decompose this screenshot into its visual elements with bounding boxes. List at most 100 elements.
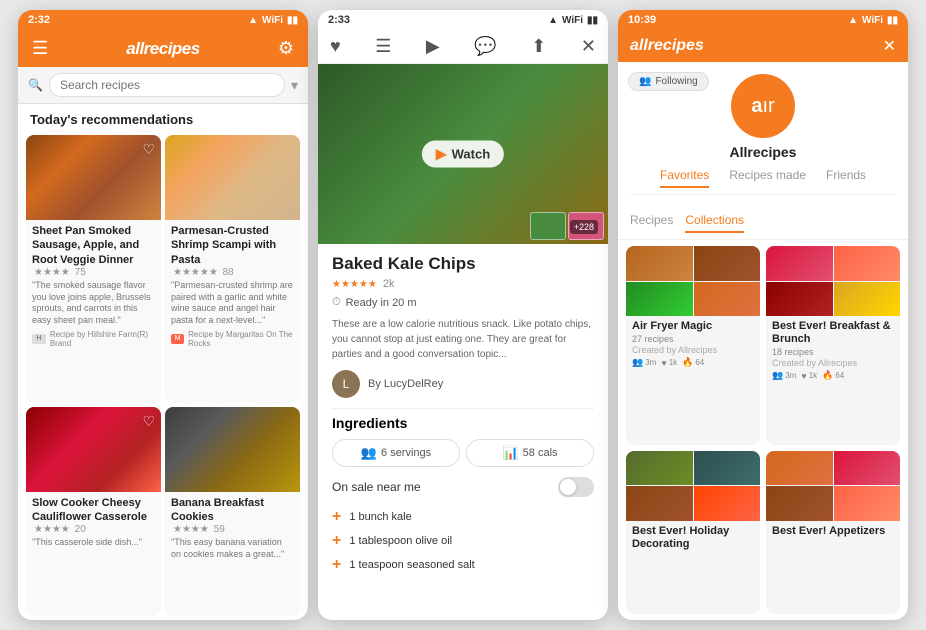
app-header-1: ☰ allrecipes ⚙: [18, 30, 308, 67]
recipe-card-4[interactable]: Banana Breakfast Cookies ★★★★ 59 "This e…: [165, 407, 300, 616]
recipe-attr-2: M Recipe by Margaritas On The Rocks: [171, 330, 294, 348]
servings-button[interactable]: 👥 6 servings: [332, 439, 460, 467]
serving-cals-row: 👥 6 servings 📊 58 cals: [332, 439, 594, 467]
profile-section: 👥 Following aır Allrecipes Favorites Rec…: [618, 62, 908, 207]
tab-friends[interactable]: Friends: [826, 168, 866, 188]
coll-img-3c: [626, 486, 693, 521]
clock-icon: ⏱: [332, 296, 341, 309]
ingredient-text-2: 1 tablespoon olive oil: [349, 535, 452, 547]
collection-card-2[interactable]: Best Ever! Breakfast & Brunch 18 recipes…: [766, 246, 900, 445]
on-sale-toggle[interactable]: [558, 477, 594, 497]
recipe-card-3[interactable]: ♡ Slow Cooker Cheesy Cauliflower Cassero…: [26, 407, 161, 616]
collection-info-1: Air Fryer Magic 27 recipes Created by Al…: [626, 316, 760, 372]
comment-icon[interactable]: 💬: [474, 36, 496, 57]
filter-icon[interactable]: ▾: [291, 77, 298, 94]
coll-img-1a: [626, 246, 693, 281]
ingredient-2: + 1 tablespoon olive oil: [332, 529, 594, 553]
close-icon-2[interactable]: ✕: [581, 36, 596, 57]
signal-icon-3: ▲: [848, 15, 858, 26]
servings-icon: 👥: [361, 445, 377, 461]
recipe-card-1[interactable]: ♡ Sheet Pan Smoked Sausage, Apple, and R…: [26, 135, 161, 403]
recipe-stars-2: ★★★★★ 88: [171, 267, 294, 278]
recipe-actions-header: ♥ ☰ ▶ 💬 ⬆ ✕: [318, 30, 608, 64]
recipe-grid: ♡ Sheet Pan Smoked Sausage, Apple, and R…: [18, 131, 308, 620]
coll-img-4c: [766, 486, 833, 521]
time-1: 2:32: [28, 14, 50, 26]
collection-card-3[interactable]: Best Ever! Holiday Decorating: [626, 451, 760, 615]
people-icon-1: 👥: [632, 357, 643, 368]
coll-title-4: Best Ever! Appetizers: [772, 525, 894, 538]
stat-likes-1: ♥ 1k: [661, 358, 677, 368]
settings-button[interactable]: ⚙: [276, 36, 296, 61]
sub-tab-collections[interactable]: Collections: [685, 213, 744, 233]
recipe-title-1: Sheet Pan Smoked Sausage, Apple, and Roo…: [32, 224, 155, 267]
play-icon[interactable]: ▶: [426, 36, 440, 57]
recipe-card-2[interactable]: Parmesan-Crusted Shrimp Scampi with Past…: [165, 135, 300, 403]
stat-fire-1: 🔥 64: [682, 357, 704, 368]
baked-chips-title: Baked Kale Chips: [332, 254, 594, 274]
servings-label: 6 servings: [381, 447, 431, 459]
collection-card-1[interactable]: Air Fryer Magic 27 recipes Created by Al…: [626, 246, 760, 445]
search-input[interactable]: [49, 73, 285, 97]
following-icon: 👥: [639, 76, 651, 87]
battery-icon-2: ▮▮: [587, 15, 598, 26]
wifi-icon-2: WiFi: [562, 15, 583, 26]
share-icon[interactable]: ⬆: [531, 36, 546, 57]
coll-count-1: 27 recipes: [632, 334, 754, 344]
coll-created-2: Created by Allrecipes: [772, 358, 894, 368]
author-name: By LucyDelRey: [368, 378, 443, 390]
recipe-hero-image: ▶ Watch +228: [318, 64, 608, 244]
recipe-stars-1: ★★★★ 75: [32, 267, 155, 278]
rating-row: ★★★★★ 2k: [332, 278, 594, 290]
coll-img-3a: [626, 451, 693, 486]
watch-button[interactable]: ▶ Watch: [422, 141, 504, 168]
coll-img-2a: [766, 246, 833, 281]
collection-card-4[interactable]: Best Ever! Appetizers: [766, 451, 900, 615]
calories-button[interactable]: 📊 58 cals: [466, 439, 594, 467]
recipe-title-4: Banana Breakfast Cookies: [171, 496, 294, 525]
battery-icon-3: ▮▮: [887, 15, 898, 26]
tab-favorites[interactable]: Favorites: [660, 168, 709, 188]
coll-img-3d: [694, 486, 761, 521]
sub-tab-recipes[interactable]: Recipes: [630, 213, 673, 233]
calories-icon: 📊: [502, 445, 518, 461]
recipe-detail-content: Baked Kale Chips ★★★★★ 2k ⏱ Ready in 20 …: [318, 244, 608, 620]
coll-title-1: Air Fryer Magic: [632, 320, 754, 333]
collection-info-3: Best Ever! Holiday Decorating: [626, 521, 760, 555]
status-bar-1: 2:32 ▲ WiFi ▮▮: [18, 10, 308, 30]
status-icons-1: ▲ WiFi ▮▮: [248, 15, 298, 26]
status-bar-2: 2:33 ▲ WiFi ▮▮: [318, 10, 608, 30]
coll-title-2: Best Ever! Breakfast & Brunch: [772, 320, 894, 346]
recipe-desc-4: "This easy banana variation on cookies m…: [171, 537, 294, 560]
on-sale-label: On sale near me: [332, 480, 421, 494]
author-avatar: L: [332, 370, 360, 398]
collection-image-1: [626, 246, 760, 316]
coll-img-4a: [766, 451, 833, 486]
coll-created-1: Created by Allrecipes: [632, 345, 754, 355]
ingredient-3: + 1 teaspoon seasoned salt: [332, 553, 594, 577]
signal-icon: ▲: [248, 15, 258, 26]
profile-tabs: Favorites Recipes made Friends: [630, 168, 896, 195]
heart-icon-3[interactable]: ♡: [142, 413, 155, 430]
coll-img-1d: [694, 282, 761, 317]
coll-img-4b: [834, 451, 901, 486]
phone-2: 2:33 ▲ WiFi ▮▮ ♥ ☰ ▶ 💬 ⬆ ✕ ▶ Watch +228 …: [318, 10, 608, 620]
signal-icon-2: ▲: [548, 15, 558, 26]
time-row: ⏱ Ready in 20 m: [332, 296, 594, 309]
close-button-3[interactable]: ✕: [883, 36, 896, 56]
favorite-icon[interactable]: ♥: [330, 36, 341, 57]
coll-img-2d: [834, 282, 901, 317]
profile-name: Allrecipes: [730, 144, 797, 160]
coll-stats-1: 👥 3m ♥ 1k 🔥 64: [632, 357, 754, 368]
profile-logo: aır: [731, 74, 795, 138]
list-icon[interactable]: ☰: [375, 36, 391, 57]
ingredient-text-1: 1 bunch kale: [349, 511, 411, 523]
recipe-info-3: Slow Cooker Cheesy Cauliflower Casserole…: [26, 492, 161, 555]
calories-label: 58 cals: [523, 447, 558, 459]
coll-img-1c: [626, 282, 693, 317]
tab-recipes-made[interactable]: Recipes made: [729, 168, 806, 188]
following-badge[interactable]: 👥 Following: [628, 72, 709, 91]
heart-icon-1[interactable]: ♡: [142, 141, 155, 158]
menu-button[interactable]: ☰: [30, 36, 50, 61]
search-bar: 🔍 ▾: [18, 67, 308, 104]
